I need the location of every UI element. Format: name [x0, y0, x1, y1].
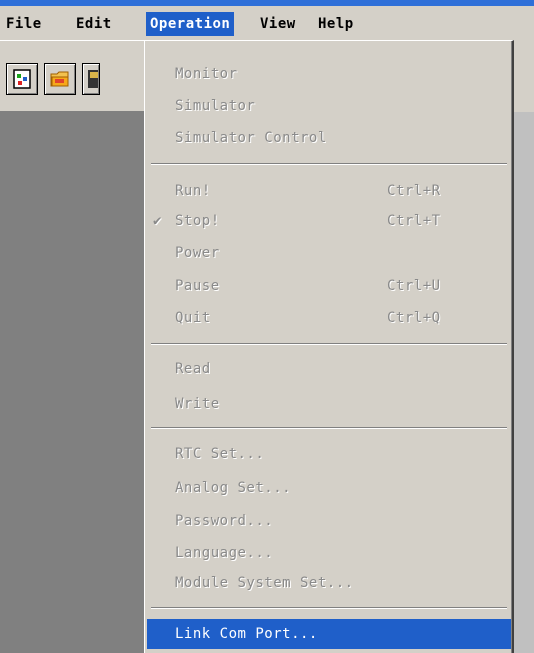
menu-item-pause[interactable]: Pause Ctrl+U [147, 271, 511, 301]
right-panel-body [514, 112, 534, 653]
menu-item-label: Pause [175, 278, 220, 294]
menu-item-label: Write [175, 396, 220, 412]
menu-item-label: Monitor [175, 66, 238, 82]
new-icon [13, 69, 31, 89]
menu-item-label: Simulator [175, 98, 256, 114]
save-icon [88, 70, 98, 88]
menu-item-language[interactable]: Language... [147, 538, 511, 568]
menu-item-power[interactable]: Power [147, 238, 511, 268]
menu-edit[interactable]: Edit [72, 12, 116, 36]
menu-separator [151, 343, 507, 345]
shortcut-label: Ctrl+U [387, 278, 441, 294]
shortcut-label: Ctrl+R [387, 183, 441, 199]
menu-item-label: Stop! [175, 213, 220, 229]
new-button[interactable] [6, 63, 38, 95]
menu-item-label: Module System Set... [175, 575, 354, 591]
menu-separator [151, 427, 507, 429]
menu-item-simulator-control[interactable]: Simulator Control [147, 123, 511, 153]
menu-item-link-com-port[interactable]: Link Com Port... [147, 619, 511, 649]
menu-help[interactable]: Help [314, 12, 358, 36]
menu-file[interactable]: File [2, 12, 46, 36]
checkmark-icon: ✔ [153, 213, 162, 229]
shortcut-label: Ctrl+T [387, 213, 441, 229]
menu-bar: File Edit Operation View Help [0, 6, 534, 40]
menu-item-write[interactable]: Write [147, 389, 511, 419]
menu-separator [151, 163, 507, 165]
shortcut-label: Ctrl+Q [387, 310, 441, 326]
menu-item-label: Read [175, 361, 211, 377]
menu-item-analog-set[interactable]: Analog Set... [147, 473, 511, 503]
menu-item-label: Quit [175, 310, 211, 326]
menu-item-stop[interactable]: ✔ Stop! Ctrl+T [147, 206, 511, 236]
menu-item-label: Link Com Port... [175, 626, 318, 642]
menu-operation[interactable]: Operation [146, 12, 235, 36]
menu-item-label: Analog Set... [175, 480, 292, 496]
menu-item-label: Power [175, 245, 220, 261]
menu-item-simulator[interactable]: Simulator [147, 91, 511, 121]
menu-item-label: Language... [175, 545, 274, 561]
menu-item-label: Password... [175, 513, 274, 529]
menu-item-label: Run! [175, 183, 211, 199]
menu-view[interactable]: View [256, 12, 300, 36]
open-folder-icon [50, 71, 69, 87]
menu-item-label: RTC Set... [175, 446, 265, 462]
operation-dropdown-menu: Monitor Simulator Simulator Control Run!… [144, 40, 514, 653]
menu-item-quit[interactable]: Quit Ctrl+Q [147, 303, 511, 333]
menu-item-read[interactable]: Read [147, 354, 511, 384]
menu-item-label: Simulator Control [175, 130, 327, 146]
menu-item-run[interactable]: Run! Ctrl+R [147, 176, 511, 206]
menu-item-password[interactable]: Password... [147, 506, 511, 536]
right-panel [514, 40, 534, 653]
open-button[interactable] [44, 63, 76, 95]
menu-item-module-system-set[interactable]: Module System Set... [147, 568, 511, 598]
menu-item-monitor[interactable]: Monitor [147, 59, 511, 89]
menu-separator [151, 607, 507, 609]
save-button[interactable] [82, 63, 100, 95]
menu-item-rtc-set[interactable]: RTC Set... [147, 439, 511, 469]
